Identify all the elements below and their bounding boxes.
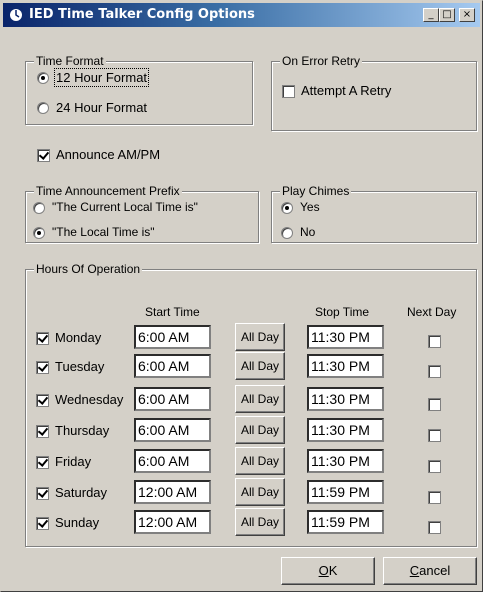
start-time-monday[interactable]: 6:00 AM (134, 325, 211, 349)
radio-24-hour-label[interactable]: 24 Hour Format (56, 100, 147, 115)
play-chimes-legend: Play Chimes (280, 184, 352, 198)
radio-chimes-no-label[interactable]: No (300, 225, 315, 239)
next-day-checkbox-thursday[interactable] (428, 429, 441, 442)
stop-time-thursday[interactable]: 11:30 PM (307, 418, 384, 442)
start-time-saturday[interactable]: 12:00 AM (134, 480, 211, 504)
next-day-header: Next Day (407, 305, 457, 319)
radio-chimes-yes[interactable] (281, 202, 293, 214)
start-time-header: Start Time (145, 305, 200, 319)
stop-time-wednesday[interactable]: 11:30 PM (307, 387, 384, 411)
cancel-label: ancel (419, 563, 451, 578)
announce-ampm-label[interactable]: Announce AM/PM (56, 147, 160, 162)
all-day-button-sunday[interactable]: All Day (235, 508, 285, 536)
hours-legend: Hours Of Operation (34, 262, 143, 276)
next-day-checkbox-tuesday[interactable] (428, 365, 441, 378)
all-day-button-wednesday[interactable]: All Day (235, 385, 285, 413)
ok-button[interactable]: OK (281, 557, 375, 585)
day-checkbox-sunday[interactable] (36, 517, 49, 530)
attempt-retry-checkbox[interactable] (282, 85, 295, 98)
cancel-hotkey: C (409, 563, 420, 578)
day-checkbox-thursday[interactable] (36, 425, 49, 438)
next-day-checkbox-friday[interactable] (428, 460, 441, 473)
day-label-thursday[interactable]: Thursday (55, 423, 109, 438)
radio-12-hour[interactable] (37, 72, 49, 84)
radio-12-hour-label[interactable]: 12 Hour Format (53, 68, 150, 87)
day-checkbox-saturday[interactable] (36, 487, 49, 500)
day-label-sunday[interactable]: Sunday (55, 515, 99, 530)
stop-time-friday[interactable]: 11:30 PM (307, 449, 384, 473)
app-icon (10, 9, 22, 21)
all-day-button-saturday[interactable]: All Day (235, 478, 285, 506)
all-day-button-thursday[interactable]: All Day (235, 416, 285, 444)
radio-current-local-time[interactable] (33, 202, 45, 214)
all-day-button-tuesday[interactable]: All Day (235, 352, 285, 380)
start-time-friday[interactable]: 6:00 AM (134, 449, 211, 473)
radio-local-time[interactable] (33, 227, 45, 239)
prefix-legend: Time Announcement Prefix (34, 184, 182, 198)
stop-time-header: Stop Time (315, 305, 370, 319)
day-label-monday[interactable]: Monday (55, 330, 101, 345)
start-time-thursday[interactable]: 6:00 AM (134, 418, 211, 442)
day-checkbox-friday[interactable] (36, 456, 49, 469)
radio-chimes-yes-label[interactable]: Yes (300, 200, 320, 214)
cancel-button[interactable]: Cancel (383, 557, 477, 585)
title-bar[interactable]: IED Time Talker Config Options _ □ × (3, 3, 480, 27)
close-button[interactable]: × (459, 8, 475, 22)
radio-local-time-label[interactable]: "The Local Time is" (52, 225, 155, 239)
stop-time-sunday[interactable]: 11:59 PM (307, 510, 384, 534)
all-day-button-monday[interactable]: All Day (235, 323, 285, 351)
radio-24-hour[interactable] (37, 102, 49, 114)
attempt-retry-label[interactable]: Attempt A Retry (301, 83, 391, 98)
ok-label: K (328, 563, 338, 578)
announce-ampm-checkbox[interactable] (37, 149, 50, 162)
config-dialog: IED Time Talker Config Options _ □ × Tim… (0, 0, 483, 592)
start-time-sunday[interactable]: 12:00 AM (134, 510, 211, 534)
day-label-tuesday[interactable]: Tuesday (55, 359, 104, 374)
ok-hotkey: O (318, 563, 329, 578)
window-title: IED Time Talker Config Options (29, 7, 255, 22)
time-format-legend: Time Format (34, 54, 106, 68)
day-checkbox-tuesday[interactable] (36, 361, 49, 374)
day-label-friday[interactable]: Friday (55, 454, 91, 469)
day-label-wednesday[interactable]: Wednesday (55, 392, 123, 407)
next-day-checkbox-saturday[interactable] (428, 491, 441, 504)
day-checkbox-wednesday[interactable] (36, 394, 49, 407)
start-time-tuesday[interactable]: 6:00 AM (134, 354, 211, 378)
stop-time-monday[interactable]: 11:30 PM (307, 325, 384, 349)
start-time-wednesday[interactable]: 6:00 AM (134, 387, 211, 411)
next-day-checkbox-monday[interactable] (428, 335, 441, 348)
next-day-checkbox-wednesday[interactable] (428, 398, 441, 411)
stop-time-tuesday[interactable]: 11:30 PM (307, 354, 384, 378)
on-error-retry-legend: On Error Retry (280, 54, 363, 68)
stop-time-saturday[interactable]: 11:59 PM (307, 480, 384, 504)
day-label-saturday[interactable]: Saturday (55, 485, 107, 500)
day-checkbox-monday[interactable] (36, 332, 49, 345)
maximize-button[interactable]: □ (439, 8, 455, 22)
next-day-checkbox-sunday[interactable] (428, 521, 441, 534)
radio-current-local-time-label[interactable]: "The Current Local Time is" (52, 200, 198, 214)
all-day-button-friday[interactable]: All Day (235, 447, 285, 475)
minimize-button[interactable]: _ (423, 8, 439, 22)
radio-chimes-no[interactable] (281, 227, 293, 239)
